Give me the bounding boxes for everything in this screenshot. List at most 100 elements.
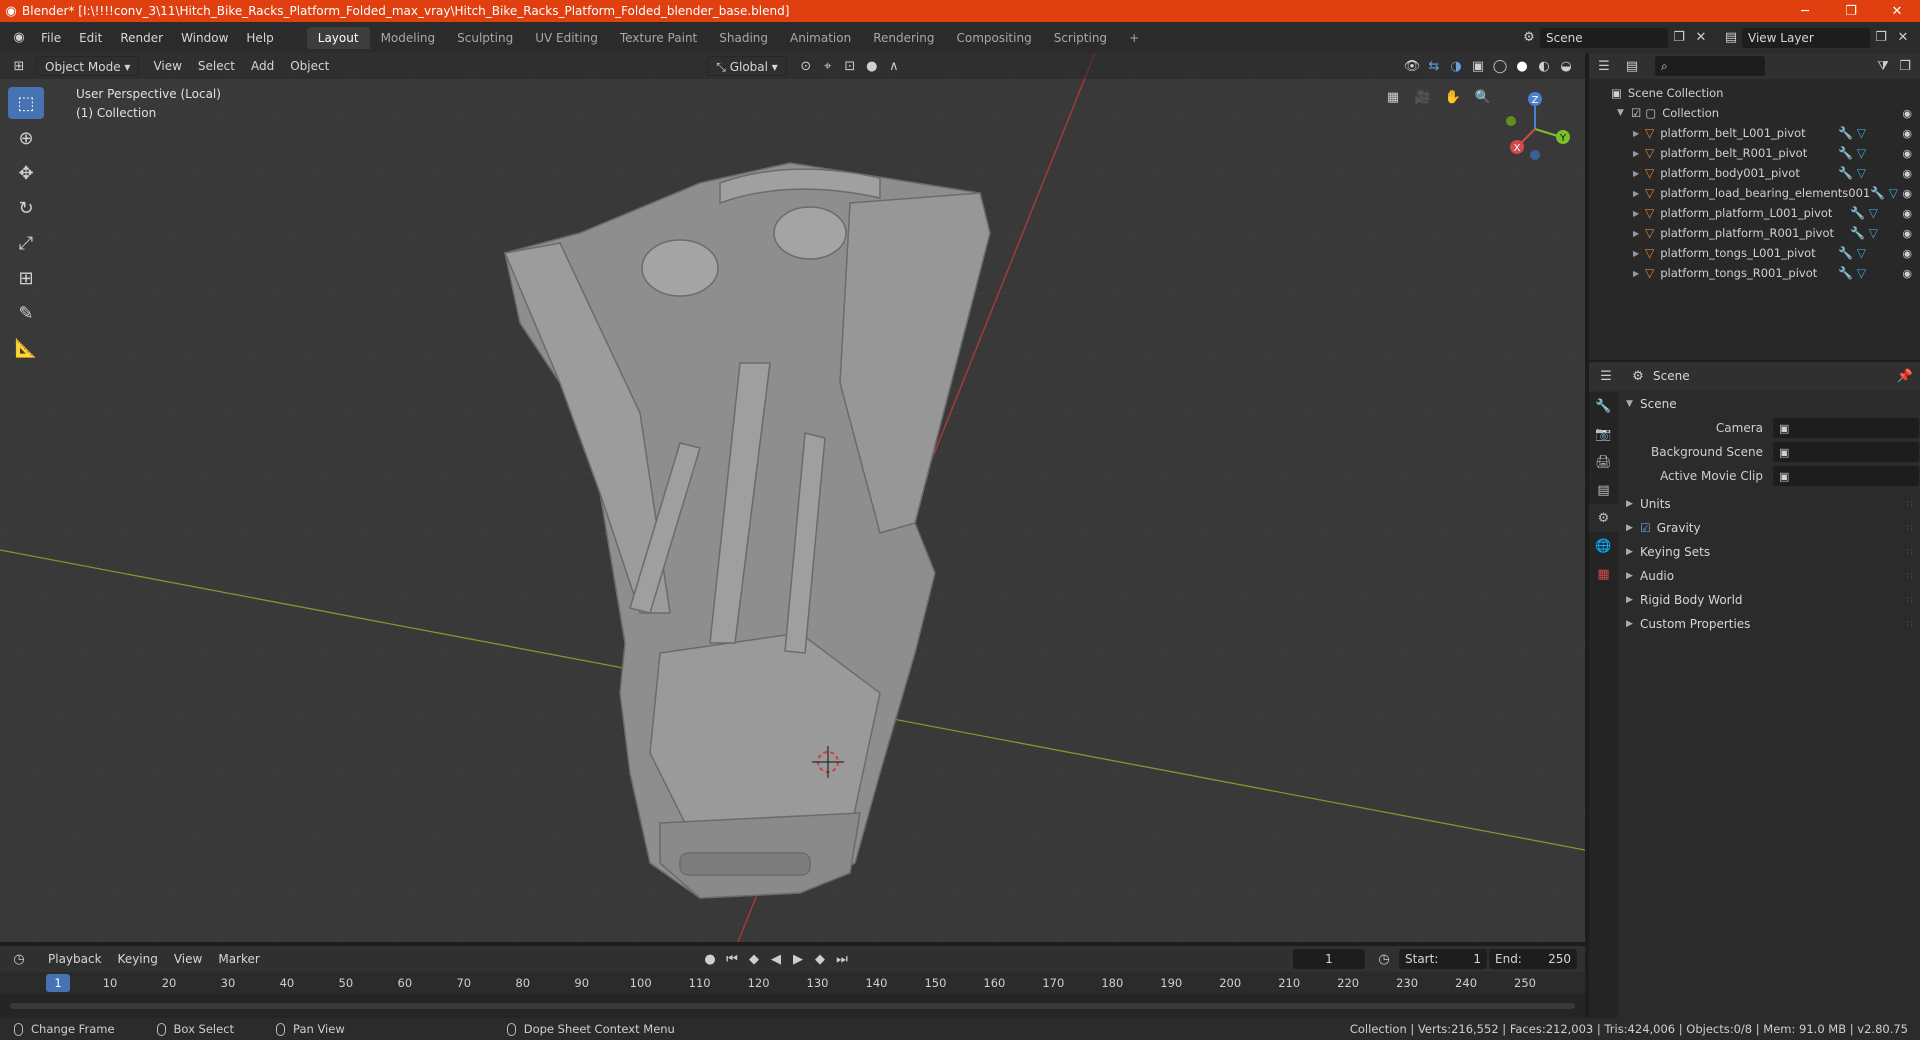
timeline-menu-playback[interactable]: Playback — [40, 949, 110, 969]
expand-arrow-icon[interactable]: ▶ — [1633, 229, 1645, 238]
viewport-menu-add[interactable]: Add — [243, 56, 282, 76]
pivot-point-icon[interactable]: ⊙ — [795, 56, 817, 76]
snap-icon[interactable]: ⌖ — [817, 56, 839, 76]
viewport-menu-select[interactable]: Select — [190, 56, 243, 76]
axis-gizmo[interactable]: Z Y X — [1505, 87, 1575, 167]
proportional-edit-icon[interactable]: ● — [861, 56, 883, 76]
move-tool-icon[interactable]: ✥ — [8, 157, 44, 189]
timeline-menu-keying[interactable]: Keying — [110, 949, 166, 969]
visibility-icon[interactable]: 👁 — [1401, 56, 1423, 76]
tab-modeling[interactable]: Modeling — [370, 27, 447, 49]
drag-grip-icon[interactable]: ∷ — [1907, 499, 1913, 510]
play-icon[interactable]: ▶ — [787, 949, 809, 969]
outliner-item-platform-belt-r001-pivot[interactable]: ▶ ▽ platform_belt_R001_pivot 🔧 ▽ ◉ — [1589, 143, 1920, 163]
collapse-arrow-icon[interactable]: ▼ — [1617, 108, 1631, 118]
eye-icon[interactable]: ◉ — [1902, 227, 1912, 240]
record-icon[interactable]: ● — [699, 949, 721, 969]
tab-shading[interactable]: Shading — [708, 27, 779, 49]
active-movie-clip-field[interactable]: ▣ — [1773, 466, 1919, 486]
world-tab-icon[interactable]: 🌐 — [1589, 532, 1618, 560]
drag-grip-icon[interactable]: ∷ — [1907, 595, 1913, 606]
outliner-item-platform-platform-l001-pivot[interactable]: ▶ ▽ platform_platform_L001_pivot 🔧 ▽ ◉ — [1589, 203, 1920, 223]
new-scene-icon[interactable]: ❐ — [1668, 28, 1690, 48]
wireframe-shading-icon[interactable]: ◯ — [1489, 56, 1511, 76]
editor-type-icon[interactable]: ⊞ — [8, 56, 30, 76]
outliner-item-platform-tongs-l001-pivot[interactable]: ▶ ▽ platform_tongs_L001_pivot 🔧 ▽ ◉ — [1589, 243, 1920, 263]
gizmo-toggle-icon[interactable]: ⇆ — [1423, 56, 1445, 76]
eye-icon[interactable]: ◉ — [1902, 207, 1912, 220]
new-view-layer-icon[interactable]: ❐ — [1870, 28, 1892, 48]
jump-start-icon[interactable]: ⏮ — [721, 949, 743, 969]
render-tab-icon[interactable]: 📷 — [1589, 420, 1618, 448]
expand-arrow-icon[interactable]: ▶ — [1633, 269, 1645, 278]
tab-scripting[interactable]: Scripting — [1043, 27, 1118, 49]
mode-dropdown[interactable]: Object Mode ▾ — [36, 56, 140, 76]
panel-rigid-body-world[interactable]: ▶ Rigid Body World ∷ — [1618, 588, 1920, 612]
grid-view-icon[interactable]: ▦ — [1378, 87, 1408, 107]
pan-hand-icon[interactable]: ✋ — [1438, 87, 1468, 107]
annotate-tool-icon[interactable]: ✎ — [8, 297, 44, 329]
add-workspace-button[interactable]: + — [1118, 27, 1150, 49]
drag-grip-icon[interactable]: ∷ — [1907, 571, 1913, 582]
expand-arrow-icon[interactable]: ▶ — [1633, 149, 1645, 158]
start-frame-field[interactable]: Start: 1 — [1399, 949, 1487, 969]
outliner-item-platform-tongs-r001-pivot[interactable]: ▶ ▽ platform_tongs_R001_pivot 🔧 ▽ ◉ — [1589, 263, 1920, 283]
menu-edit[interactable]: Edit — [70, 27, 111, 49]
close-button[interactable]: ✕ — [1874, 0, 1920, 22]
zoom-icon[interactable]: 🔍 — [1468, 87, 1498, 107]
transform-orientation-dropdown[interactable]: ⤡ Global ▾ — [707, 56, 787, 76]
menu-help[interactable]: Help — [237, 27, 282, 49]
texture-tab-icon[interactable]: ▦ — [1589, 560, 1618, 588]
scene-panel-header[interactable]: ▼ Scene — [1618, 392, 1920, 416]
select-box-tool-icon[interactable]: ⬚ — [8, 87, 44, 119]
display-mode-icon[interactable]: ▤ — [1621, 56, 1643, 76]
scene-icon[interactable]: ⚙ — [1518, 28, 1540, 48]
outliner-item-platform-load-bearing-elements001[interactable]: ▶ ▽ platform_load_bearing_elements001 🔧 ▽ ◉ — [1589, 183, 1920, 203]
tool-tab-icon[interactable]: 🔧 — [1589, 392, 1618, 420]
background-scene-field[interactable]: ▣ — [1773, 442, 1919, 462]
tree-row-scene-collection[interactable]: ▣ Scene Collection — [1589, 83, 1920, 103]
minimize-button[interactable]: ─ — [1782, 0, 1828, 22]
tab-sculpting[interactable]: Sculpting — [446, 27, 524, 49]
output-tab-icon[interactable]: 🖨 — [1589, 448, 1618, 476]
camera-field[interactable]: ▣ — [1773, 418, 1919, 438]
camera-view-icon[interactable]: 🎥 — [1408, 87, 1438, 107]
drag-grip-icon[interactable]: ∷ — [1907, 523, 1913, 534]
drag-grip-icon[interactable]: ∷ — [1907, 619, 1913, 630]
maximize-button[interactable]: ❐ — [1828, 0, 1874, 22]
tab-texture-paint[interactable]: Texture Paint — [609, 27, 708, 49]
view-layer-icon[interactable]: ▤ — [1720, 28, 1742, 48]
menu-render[interactable]: Render — [111, 27, 172, 49]
view-layer-field[interactable]: View Layer — [1742, 27, 1870, 48]
timeline-editor-type-icon[interactable]: ◷ — [8, 949, 30, 969]
drag-grip-icon[interactable]: ∷ — [1907, 547, 1913, 558]
eye-icon[interactable]: ◉ — [1902, 267, 1912, 280]
tab-layout[interactable]: Layout — [306, 26, 370, 49]
timeline-scrollbar[interactable] — [10, 1003, 1575, 1009]
panel-keying-sets[interactable]: ▶ Keying Sets ∷ — [1618, 540, 1920, 564]
eye-icon[interactable]: ◉ — [1902, 147, 1912, 160]
overlay-toggle-icon[interactable]: ◑ — [1445, 56, 1467, 76]
properties-editor-type-icon[interactable]: ☰ — [1595, 366, 1617, 386]
scale-tool-icon[interactable]: ⤢ — [8, 227, 44, 259]
expand-arrow-icon[interactable]: ▶ — [1633, 169, 1645, 178]
solid-shading-icon[interactable]: ● — [1511, 56, 1533, 76]
outliner-item-platform-body001-pivot[interactable]: ▶ ▽ platform_body001_pivot 🔧 ▽ ◉ — [1589, 163, 1920, 183]
expand-arrow-icon[interactable]: ▶ — [1633, 209, 1645, 218]
eye-icon[interactable]: ◉ — [1902, 107, 1912, 120]
3d-viewport[interactable]: ⊞ Object Mode ▾ View Select Add Object ⤡ Gl… — [0, 53, 1585, 942]
eye-icon[interactable]: ◉ — [1902, 247, 1912, 260]
menu-window[interactable]: Window — [172, 27, 237, 49]
play-reverse-icon[interactable]: ◀ — [765, 949, 787, 969]
timeline-track[interactable] — [0, 994, 1585, 1018]
outliner-search-input[interactable]: ⌕ — [1655, 56, 1765, 76]
outliner-item-platform-platform-r001-pivot[interactable]: ▶ ▽ platform_platform_R001_pivot 🔧 ▽ ◉ — [1589, 223, 1920, 243]
tab-compositing[interactable]: Compositing — [945, 27, 1042, 49]
expand-arrow-icon[interactable]: ▶ — [1633, 129, 1645, 138]
viewport-menu-view[interactable]: View — [145, 56, 189, 76]
remove-scene-icon[interactable]: ✕ — [1690, 28, 1712, 48]
view-layer-tab-icon[interactable]: ▤ — [1589, 476, 1618, 504]
outliner-item-platform-belt-l001-pivot[interactable]: ▶ ▽ platform_belt_L001_pivot 🔧 ▽ ◉ — [1589, 123, 1920, 143]
transform-tool-icon[interactable]: ⊞ — [8, 262, 44, 294]
timeline-menu-marker[interactable]: Marker — [210, 949, 267, 969]
